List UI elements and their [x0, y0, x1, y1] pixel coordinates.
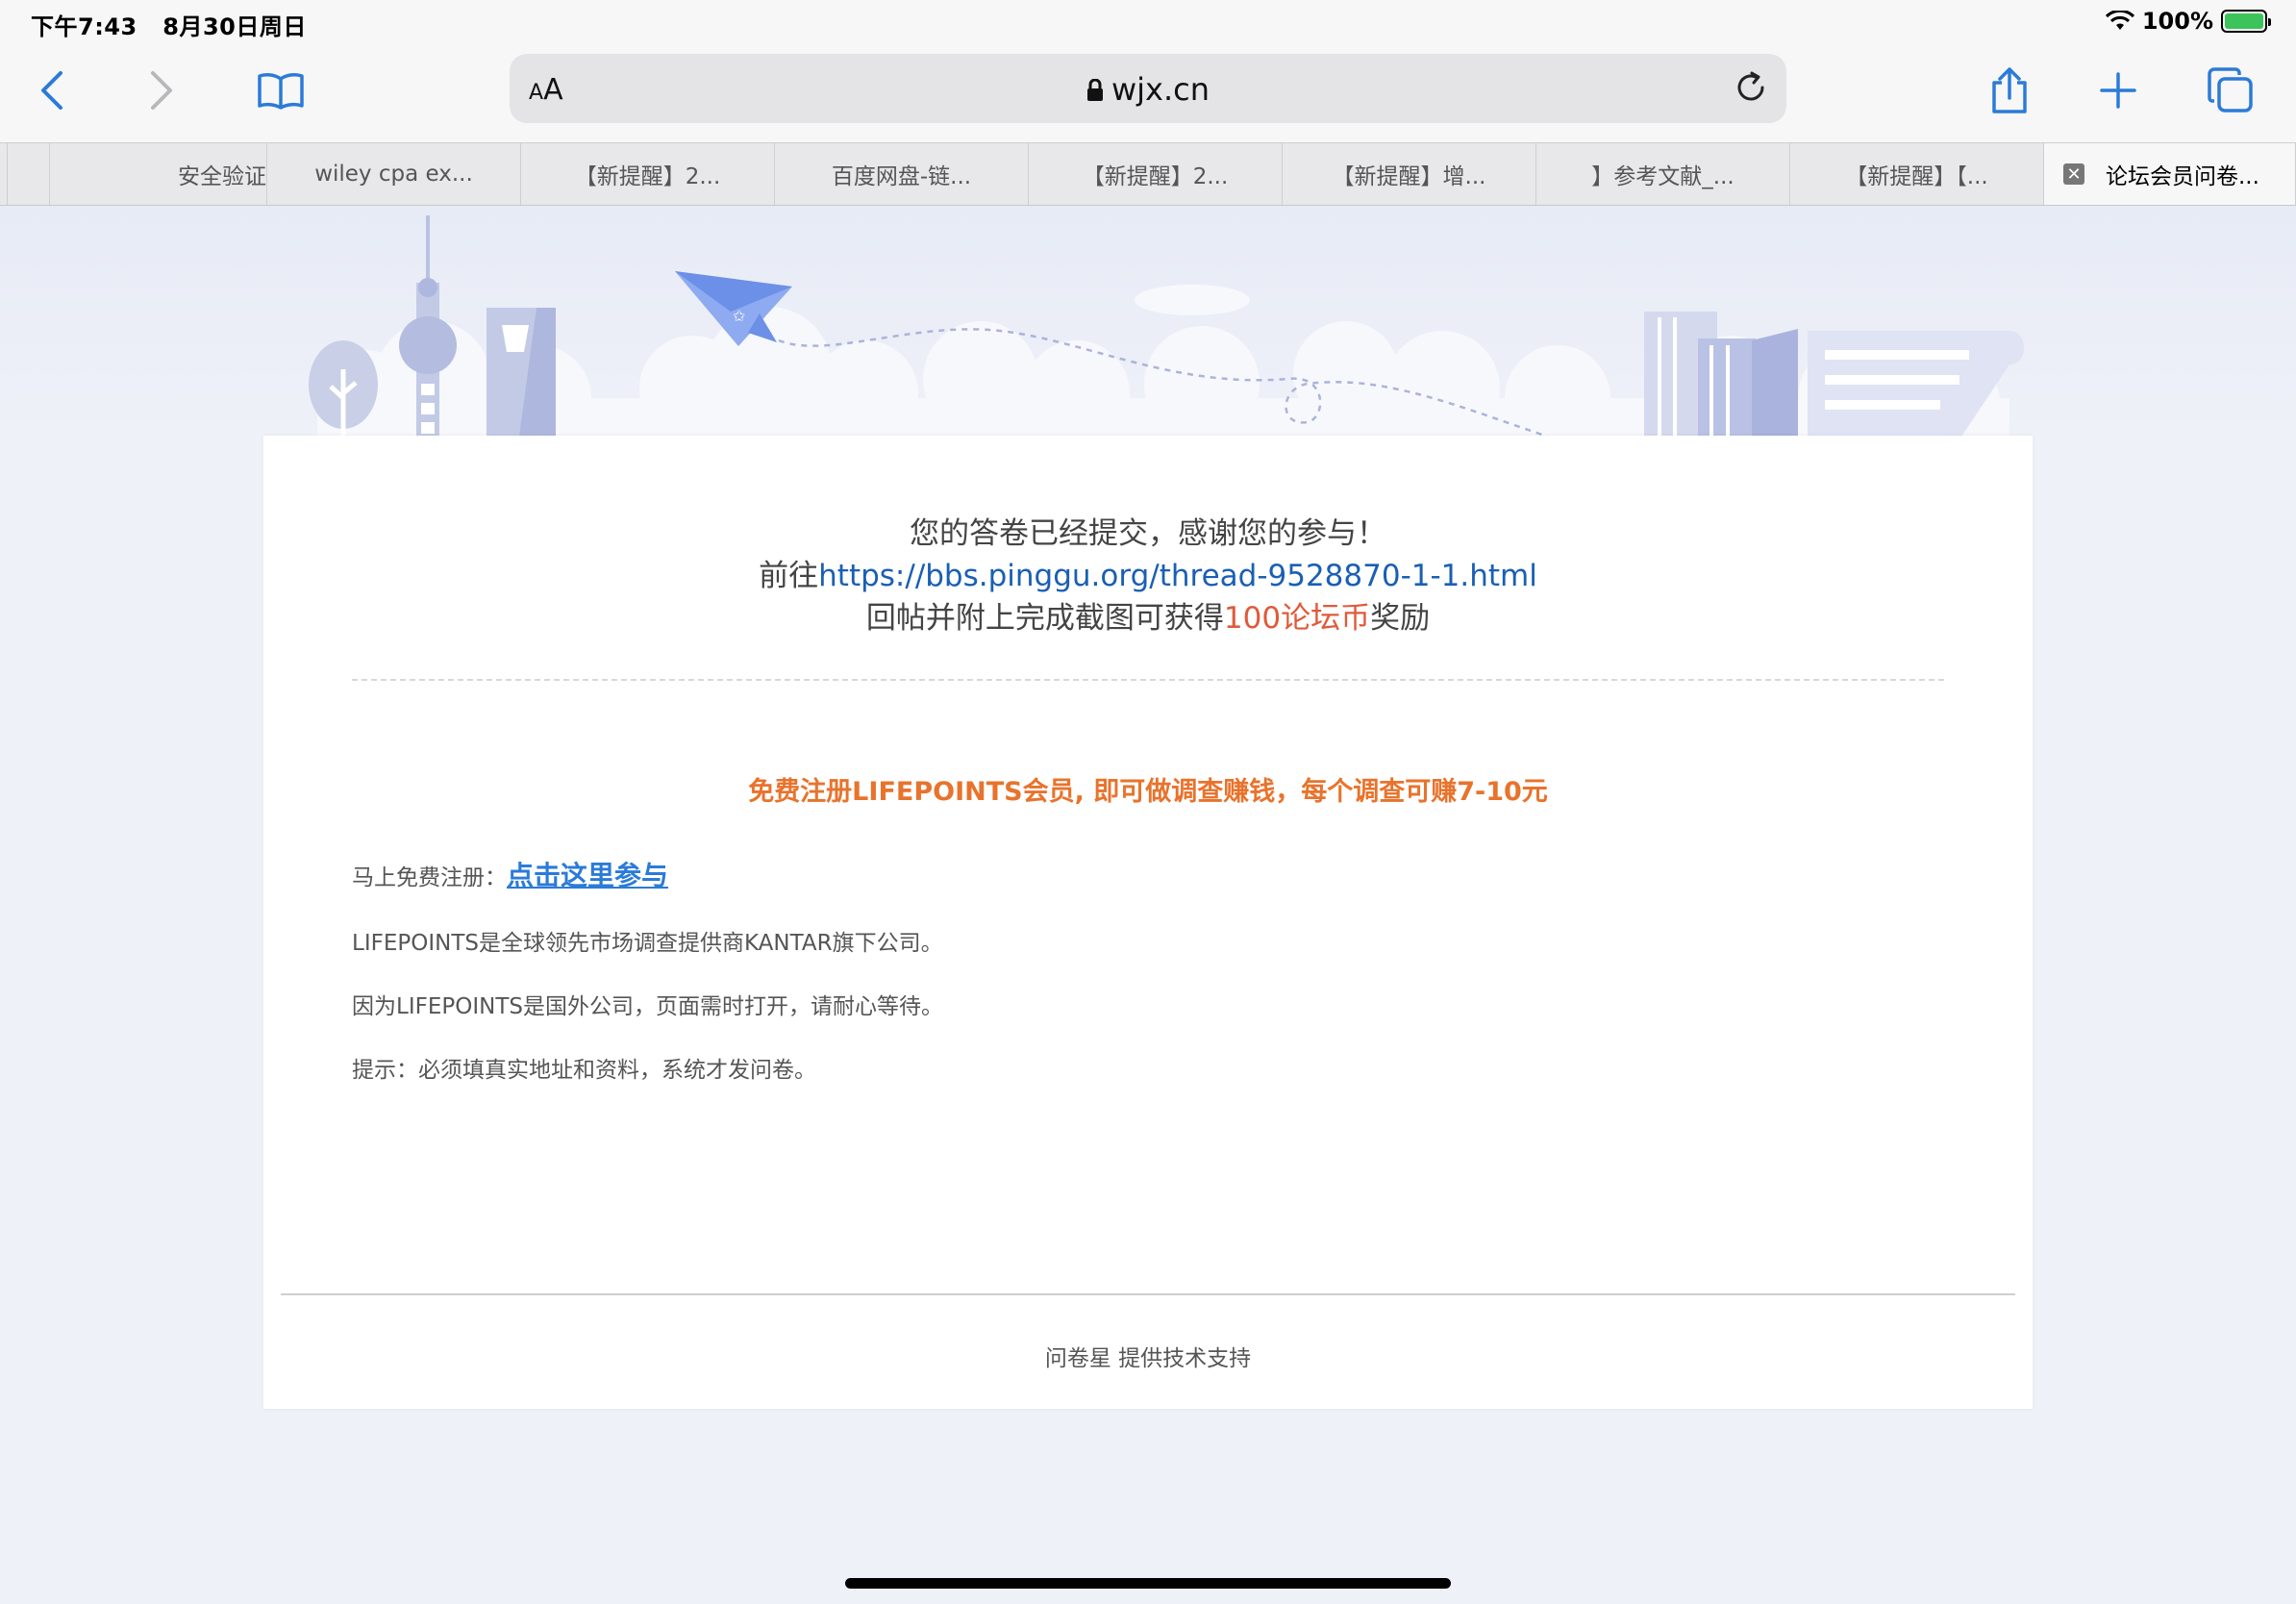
- tabs-overview-button[interactable]: [2202, 62, 2259, 119]
- close-tab-icon[interactable]: ✕: [2063, 163, 2084, 185]
- new-tab-button[interactable]: [2089, 62, 2147, 119]
- reward-amount: 100论坛币: [1223, 601, 1371, 636]
- status-time: 下午7:43 8月30日周日: [31, 8, 307, 41]
- info-line: LIFEPOINTS是全球领先市场调查提供商KANTAR旗下公司。: [352, 931, 943, 956]
- tab-item[interactable]: 【新提醒】【...: [1790, 143, 2044, 205]
- register-line: 马上免费注册：点击这里参与: [352, 855, 668, 893]
- result-card: 您的答卷已经提交，感谢您的参与！ 前往https://bbs.pinggu.or…: [263, 436, 2033, 1409]
- tab-item[interactable]: 【新提醒】2...: [1029, 143, 1283, 205]
- reward-line: 回帖并附上完成截图可获得100论坛币奖励: [263, 597, 2033, 639]
- tab-item[interactable]: 安全验证: [50, 143, 267, 205]
- tab-item[interactable]: 百度网盘-链...: [775, 143, 1029, 205]
- footer-divider: [281, 1293, 2015, 1295]
- reload-button[interactable]: [1733, 69, 1769, 110]
- promo-heading: 免费注册LIFEPOINTS会员, 即可做调查赚钱，每个调查可赚7-10元: [748, 777, 1548, 807]
- tab-item[interactable]: 【新提醒】2...: [521, 143, 775, 205]
- forward-button[interactable]: [133, 62, 190, 119]
- chevron-right-icon: [151, 71, 172, 110]
- reward-prefix: 回帖并附上完成截图可获得: [865, 601, 1224, 636]
- chevron-left-icon: [41, 71, 62, 110]
- wifi-icon: [2105, 11, 2134, 30]
- share-icon: [1992, 67, 2027, 113]
- battery-percent: 100%: [2141, 8, 2213, 35]
- share-button[interactable]: [1981, 62, 2038, 119]
- bookmarks-button[interactable]: [252, 62, 310, 119]
- reload-icon: [1737, 71, 1764, 101]
- tab-item[interactable]: 】参考文献_...: [1536, 143, 1790, 205]
- battery-icon: [2221, 10, 2271, 33]
- dashed-divider: [352, 679, 1944, 681]
- clock-date: 8月30日周日: [162, 13, 307, 40]
- register-label: 马上免费注册：: [352, 865, 507, 890]
- forum-thread-link[interactable]: https://bbs.pinggu.org/thread-9528870-1-…: [818, 559, 1537, 593]
- tab-item[interactable]: [0, 143, 8, 205]
- forum-link-line: 前往https://bbs.pinggu.org/thread-9528870-…: [263, 555, 2033, 597]
- status-bar: 下午7:43 8月30日周日 100%: [0, 0, 2296, 44]
- goto-label: 前往: [759, 559, 819, 593]
- powered-by-footer: 问卷星 提供技术支持: [1044, 1346, 1252, 1371]
- url-text: wjx.cn: [1111, 71, 1210, 108]
- header-illustration: ✩: [0, 206, 2296, 456]
- tabs-icon: [2208, 67, 2253, 113]
- back-button[interactable]: [23, 62, 81, 119]
- browser-toolbar: AA wjx.cn: [0, 44, 2296, 142]
- home-indicator[interactable]: [845, 1578, 1451, 1589]
- register-link[interactable]: 点击这里参与: [507, 860, 668, 891]
- plus-icon: [2100, 72, 2136, 109]
- tab-label: 安全验证: [178, 164, 266, 189]
- city-illustration: ✩: [0, 206, 2296, 456]
- reward-suffix: 奖励: [1370, 601, 1431, 636]
- lock-icon: [1086, 78, 1103, 101]
- url-display[interactable]: wjx.cn: [510, 71, 1786, 108]
- tab-item[interactable]: wiley cpa ex...: [267, 143, 521, 205]
- info-line: 提示：必须填真实地址和资料，系统才发问卷。: [352, 1058, 816, 1083]
- svg-text:✩: ✩: [733, 307, 746, 325]
- clock-time: 下午7:43: [31, 13, 137, 40]
- tab-item[interactable]: 【新提醒】增...: [1283, 143, 1536, 205]
- thanks-message: 您的答卷已经提交，感谢您的参与！: [910, 516, 1386, 551]
- book-icon: [258, 73, 304, 110]
- tab-bar: 安全验证 wiley cpa ex... 【新提醒】2... 百度网盘-链...…: [0, 142, 2296, 206]
- status-right: 100%: [2105, 8, 2271, 35]
- address-bar[interactable]: AA wjx.cn: [510, 54, 1786, 123]
- tab-label: 论坛会员问卷...: [2106, 164, 2259, 189]
- tab-item[interactable]: [8, 143, 50, 205]
- info-line: 因为LIFEPOINTS是国外公司，页面需时打开，请耐心等待。: [352, 994, 943, 1019]
- tab-active[interactable]: ✕ 论坛会员问卷...: [2044, 143, 2296, 205]
